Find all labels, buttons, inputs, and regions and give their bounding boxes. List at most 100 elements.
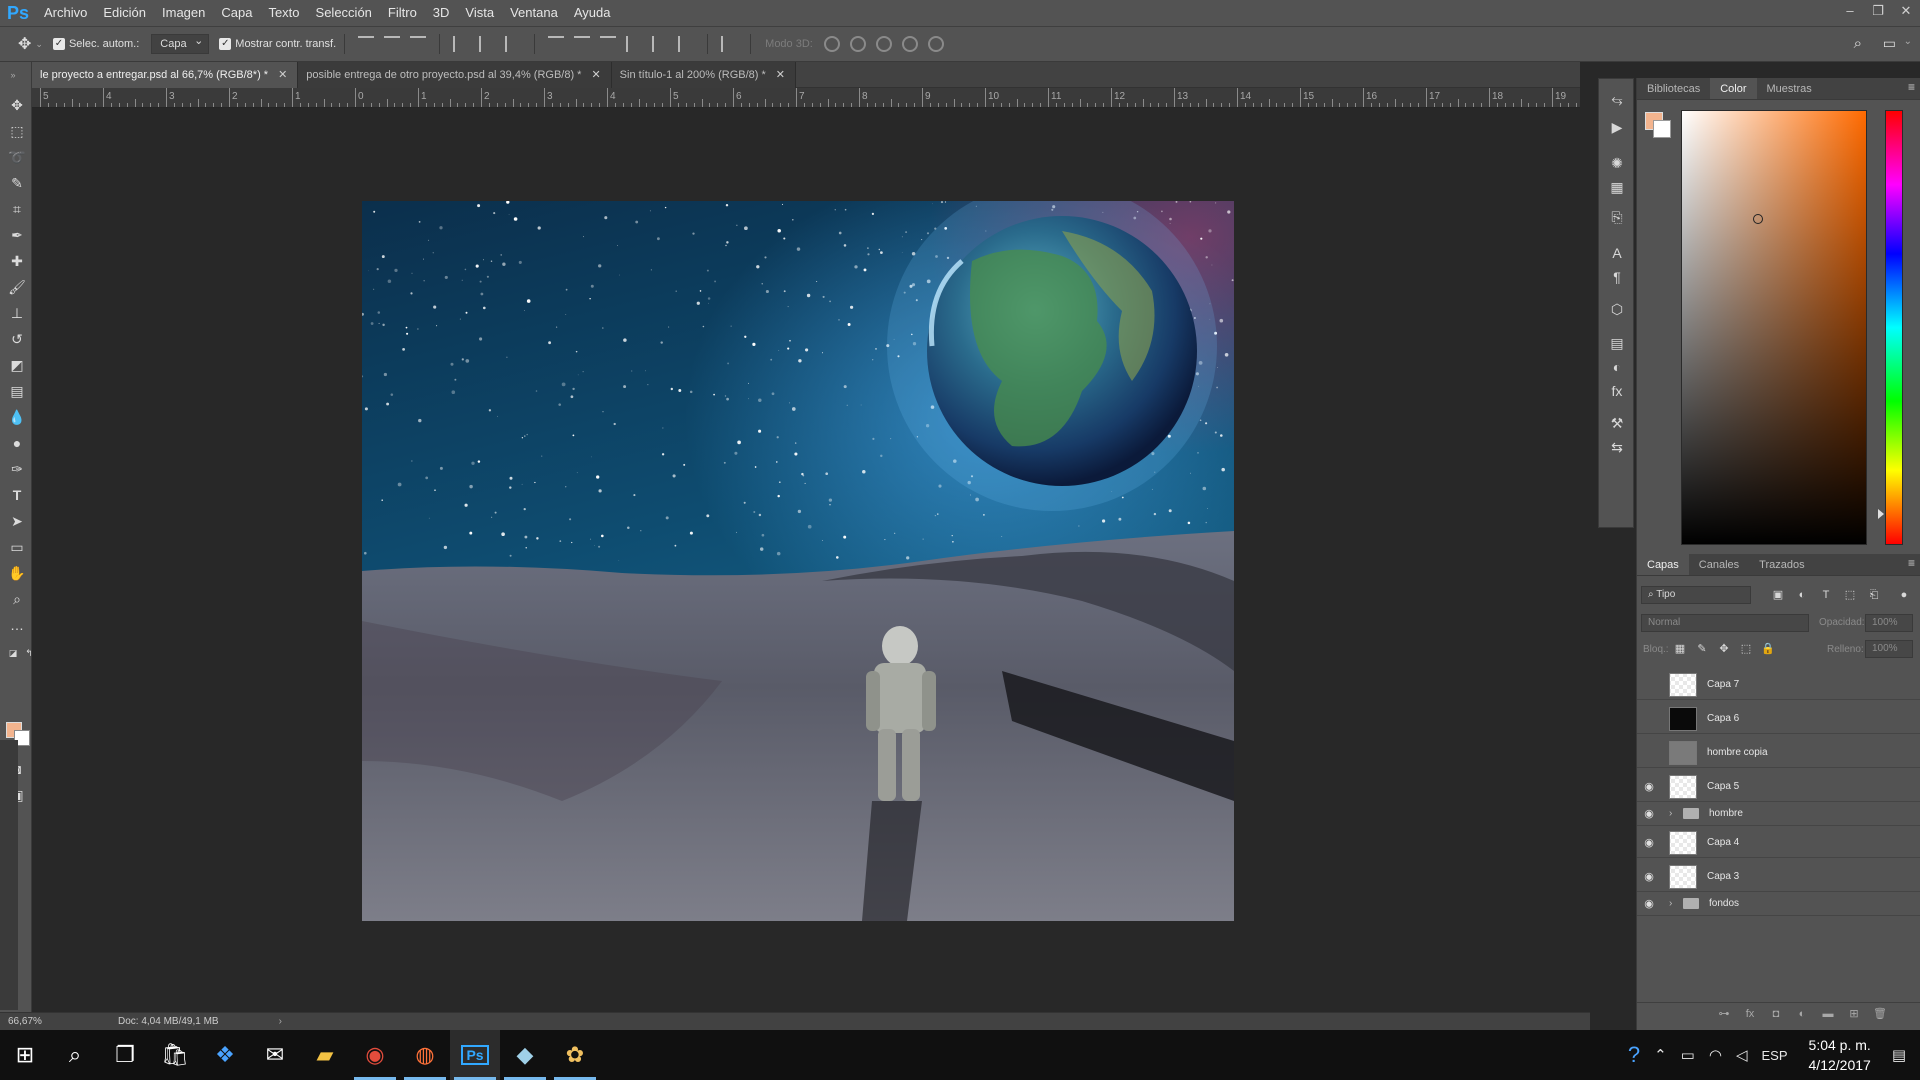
system-clock[interactable]: 5:04 p. m. 4/12/2017	[1809, 1035, 1871, 1075]
clone-source-icon[interactable]: ⎘	[1609, 209, 1625, 225]
align-vcenter-icon[interactable]	[384, 36, 401, 52]
adjustment-layer-icon[interactable]: ◐	[1795, 1007, 1809, 1021]
scale-3d-icon[interactable]	[927, 36, 944, 52]
tab-muestras[interactable]: Muestras	[1757, 78, 1822, 99]
align-right-icon[interactable]	[505, 36, 521, 52]
layer-group-row[interactable]: ◉ › hombre	[1637, 802, 1920, 826]
opacity-input[interactable]: 100%	[1865, 614, 1913, 632]
gradient-tool-icon[interactable]: ▤	[8, 382, 26, 400]
battery-icon[interactable]: ▭	[1681, 1046, 1695, 1064]
distribute-top-icon[interactable]	[548, 36, 565, 52]
adjustments-icon[interactable]: ◐	[1609, 359, 1625, 375]
tab-canales[interactable]: Canales	[1689, 554, 1749, 575]
visibility-toggle-icon[interactable]: ◉	[1637, 897, 1661, 910]
move-tool-icon[interactable]: ✥	[8, 96, 26, 114]
more-tools-icon[interactable]: …	[8, 616, 26, 634]
blur-tool-icon[interactable]: 💧	[8, 408, 26, 426]
expand-chevron-icon[interactable]: ›	[1669, 898, 1677, 909]
delete-layer-icon[interactable]: 🗑	[1873, 1007, 1887, 1021]
photoshop-taskbar-icon[interactable]: Ps	[450, 1030, 500, 1080]
lock-transparent-icon[interactable]: ▦	[1673, 642, 1687, 656]
menu-filtro[interactable]: Filtro	[380, 0, 425, 26]
character-icon[interactable]: A	[1609, 245, 1625, 261]
brush-settings-icon[interactable]: ✺	[1609, 155, 1625, 171]
tool-presets-icon[interactable]: ⚒	[1609, 415, 1625, 431]
tab-color[interactable]: Color	[1710, 78, 1757, 99]
panel-menu-icon[interactable]: ≡	[1908, 80, 1915, 94]
filter-adjustment-icon[interactable]: ◐	[1795, 588, 1809, 602]
layer-row[interactable]: ◉ Capa 4	[1637, 828, 1920, 858]
notifications-icon[interactable]: ▤	[1892, 1046, 1906, 1064]
notes-app-icon[interactable]: ◆	[500, 1030, 550, 1080]
filter-smart-object-icon[interactable]: ⎗	[1867, 588, 1881, 602]
menu-ventana[interactable]: Ventana	[502, 0, 566, 26]
pan-3d-icon[interactable]	[875, 36, 892, 52]
visibility-toggle-icon[interactable]: ◉	[1637, 870, 1661, 883]
volume-icon[interactable]: ◁	[1736, 1046, 1748, 1064]
menu-texto[interactable]: Texto	[260, 0, 307, 26]
slide-3d-icon[interactable]	[901, 36, 918, 52]
eyedropper-tool-icon[interactable]: ✒	[8, 226, 26, 244]
auto-align-icon[interactable]	[721, 36, 737, 52]
paragraph-icon[interactable]: ¶	[1609, 269, 1625, 285]
minimize-icon[interactable]: –	[1836, 0, 1864, 22]
lock-pixels-icon[interactable]: ✎	[1695, 642, 1709, 656]
styles-icon[interactable]: fx	[1609, 383, 1625, 399]
filter-shape-icon[interactable]: ⬚	[1843, 588, 1857, 602]
marquee-tool-icon[interactable]: ⬚	[8, 122, 26, 140]
link-layers-icon[interactable]: ⊶	[1717, 1007, 1731, 1021]
filter-pixel-icon[interactable]: ▣	[1771, 588, 1785, 602]
store-icon[interactable]: 🛍	[150, 1030, 200, 1080]
lock-position-icon[interactable]: ✥	[1717, 642, 1731, 656]
layer-row[interactable]: ◉ hombre copia	[1637, 738, 1920, 768]
align-left-icon[interactable]	[453, 36, 469, 52]
menu-seleccion[interactable]: Selección	[308, 0, 380, 26]
paint-app-icon[interactable]: ✿	[550, 1030, 600, 1080]
eraser-tool-icon[interactable]: ◩	[8, 356, 26, 374]
menu-vista[interactable]: Vista	[457, 0, 502, 26]
document-canvas-image[interactable]	[362, 201, 1234, 921]
distribute-vcenter-icon[interactable]	[574, 36, 591, 52]
tray-chevron-icon[interactable]: ⌃	[1654, 1046, 1667, 1064]
layer-comps-icon[interactable]: ⇆	[1609, 439, 1625, 455]
firefox-icon[interactable]: ◍	[400, 1030, 450, 1080]
fill-input[interactable]: 100%	[1865, 640, 1913, 658]
tab-document-3[interactable]: Sin título-1 al 200% (RGB/8) * ✕	[611, 62, 797, 88]
status-menu-chevron-icon[interactable]: ›	[279, 1016, 282, 1027]
close-icon[interactable]: ✕	[591, 62, 600, 88]
distribute-hcenter-icon[interactable]	[652, 36, 668, 52]
color-picker-ring[interactable]	[1753, 214, 1763, 224]
align-hcenter-icon[interactable]	[479, 36, 495, 52]
auto-select-checkbox[interactable]: ✓	[52, 38, 65, 50]
layer-row[interactable]: ◉ Capa 5	[1637, 772, 1920, 802]
actions-play-icon[interactable]: ▶	[1609, 119, 1625, 135]
search-icon[interactable]: ⌕	[50, 1030, 100, 1080]
roll-3d-icon[interactable]	[849, 36, 866, 52]
type-tool-icon[interactable]: T	[8, 486, 26, 504]
color-picker-field[interactable]	[1681, 110, 1867, 545]
hue-slider[interactable]	[1885, 110, 1903, 545]
layer-filter-dropdown[interactable]: ⌕ Tipo	[1641, 586, 1751, 604]
properties-icon[interactable]: ▤	[1609, 335, 1625, 351]
crop-tool-icon[interactable]: ⌗	[8, 200, 26, 218]
menu-3d[interactable]: 3D	[425, 0, 458, 26]
layer-group-row[interactable]: ◉ › fondos	[1637, 892, 1920, 916]
new-group-icon[interactable]: ▬	[1821, 1007, 1835, 1021]
history-icon[interactable]: ⥃	[1609, 91, 1625, 107]
tool-preset-chevron-icon[interactable]: ⌄	[35, 39, 43, 50]
hand-tool-icon[interactable]: ✋	[8, 564, 26, 582]
brush-presets-icon[interactable]: ▦	[1609, 179, 1625, 195]
filter-type-icon[interactable]: T	[1819, 588, 1833, 602]
brush-tool-icon[interactable]: 🖌	[8, 278, 26, 296]
blend-mode-dropdown[interactable]: Normal	[1641, 614, 1809, 632]
tab-bibliotecas[interactable]: Bibliotecas	[1637, 78, 1710, 99]
collapse-icon[interactable]: »	[4, 66, 22, 84]
language-indicator[interactable]: ESP	[1762, 1048, 1788, 1063]
task-view-icon[interactable]: ❐	[100, 1030, 150, 1080]
visibility-toggle-icon[interactable]: ◉	[1637, 836, 1661, 849]
menu-capa[interactable]: Capa	[213, 0, 260, 26]
lock-all-icon[interactable]: 🔒	[1761, 642, 1775, 656]
orbit-3d-icon[interactable]	[823, 36, 840, 52]
rectangle-tool-icon[interactable]: ▭	[8, 538, 26, 556]
healing-brush-tool-icon[interactable]: ✚	[8, 252, 26, 270]
